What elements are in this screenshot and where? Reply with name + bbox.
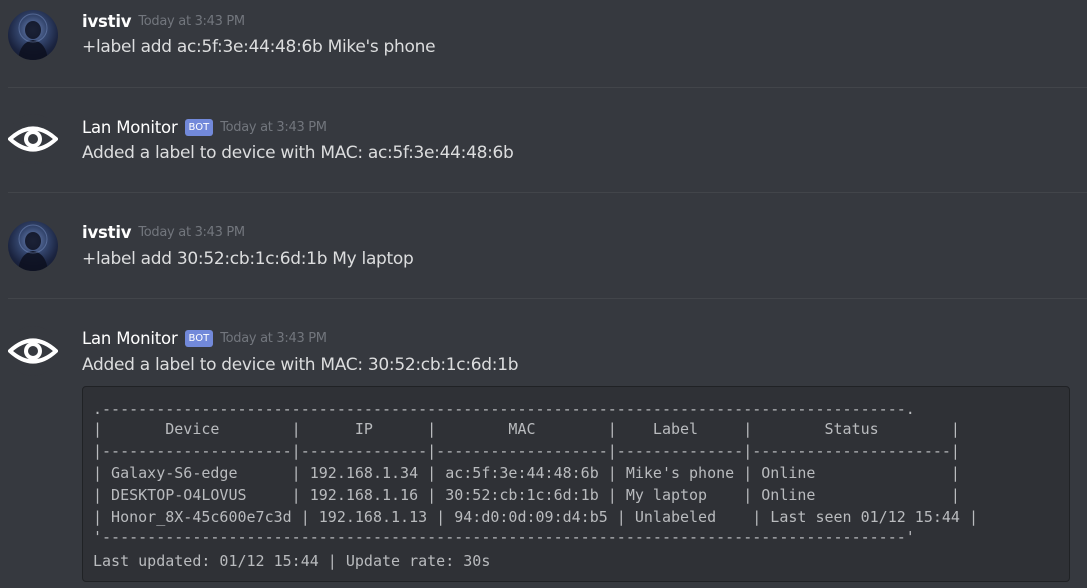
author-name[interactable]: ivstiv [82,223,132,242]
message-text: Added a label to device with MAC: ac:5f:… [82,143,514,163]
table-row: | Honor_8X-45c600e7c3d | 192.168.1.13 | … [93,508,979,526]
bot-badge: BOT [184,329,214,347]
table-border-top: .---------------------------------------… [93,400,915,418]
author-name[interactable]: ivstiv [82,12,132,31]
table-footer: Last updated: 01/12 15:44 | Update rate:… [93,552,491,570]
author-name[interactable]: Lan Monitor [82,329,178,348]
timestamp: Today at 3:43 PM [220,330,327,346]
timestamp: Today at 3:43 PM [138,224,245,240]
table-header-row: | Device | IP | MAC | Label | Status | [93,420,960,438]
table-border-bottom: '---------------------------------------… [93,528,915,546]
device-table-codeblock[interactable]: .---------------------------------------… [82,386,1070,582]
table-separator: |---------------------|--------------|--… [93,442,960,460]
timestamp: Today at 3:43 PM [220,119,327,135]
user-avatar[interactable] [8,10,58,60]
message-text: Added a label to device with MAC: 30:52:… [82,355,519,375]
eye-icon[interactable] [8,326,58,376]
bot-badge: BOT [184,118,214,136]
divider [8,192,1087,193]
divider [8,87,1087,88]
message-text: +label add ac:5f:3e:44:48:6b Mike's phon… [82,37,436,57]
table-row: | Galaxy-S6-edge | 192.168.1.34 | ac:5f:… [93,464,960,482]
user-avatar[interactable] [8,221,58,271]
author-name[interactable]: Lan Monitor [82,118,178,137]
timestamp: Today at 3:43 PM [138,13,245,29]
eye-icon[interactable] [8,114,58,164]
message-text: +label add 30:52:cb:1c:6d:1b My laptop [82,249,414,269]
table-row: | DESKTOP-O4LOVUS | 192.168.1.16 | 30:52… [93,486,960,504]
divider [8,298,1087,299]
